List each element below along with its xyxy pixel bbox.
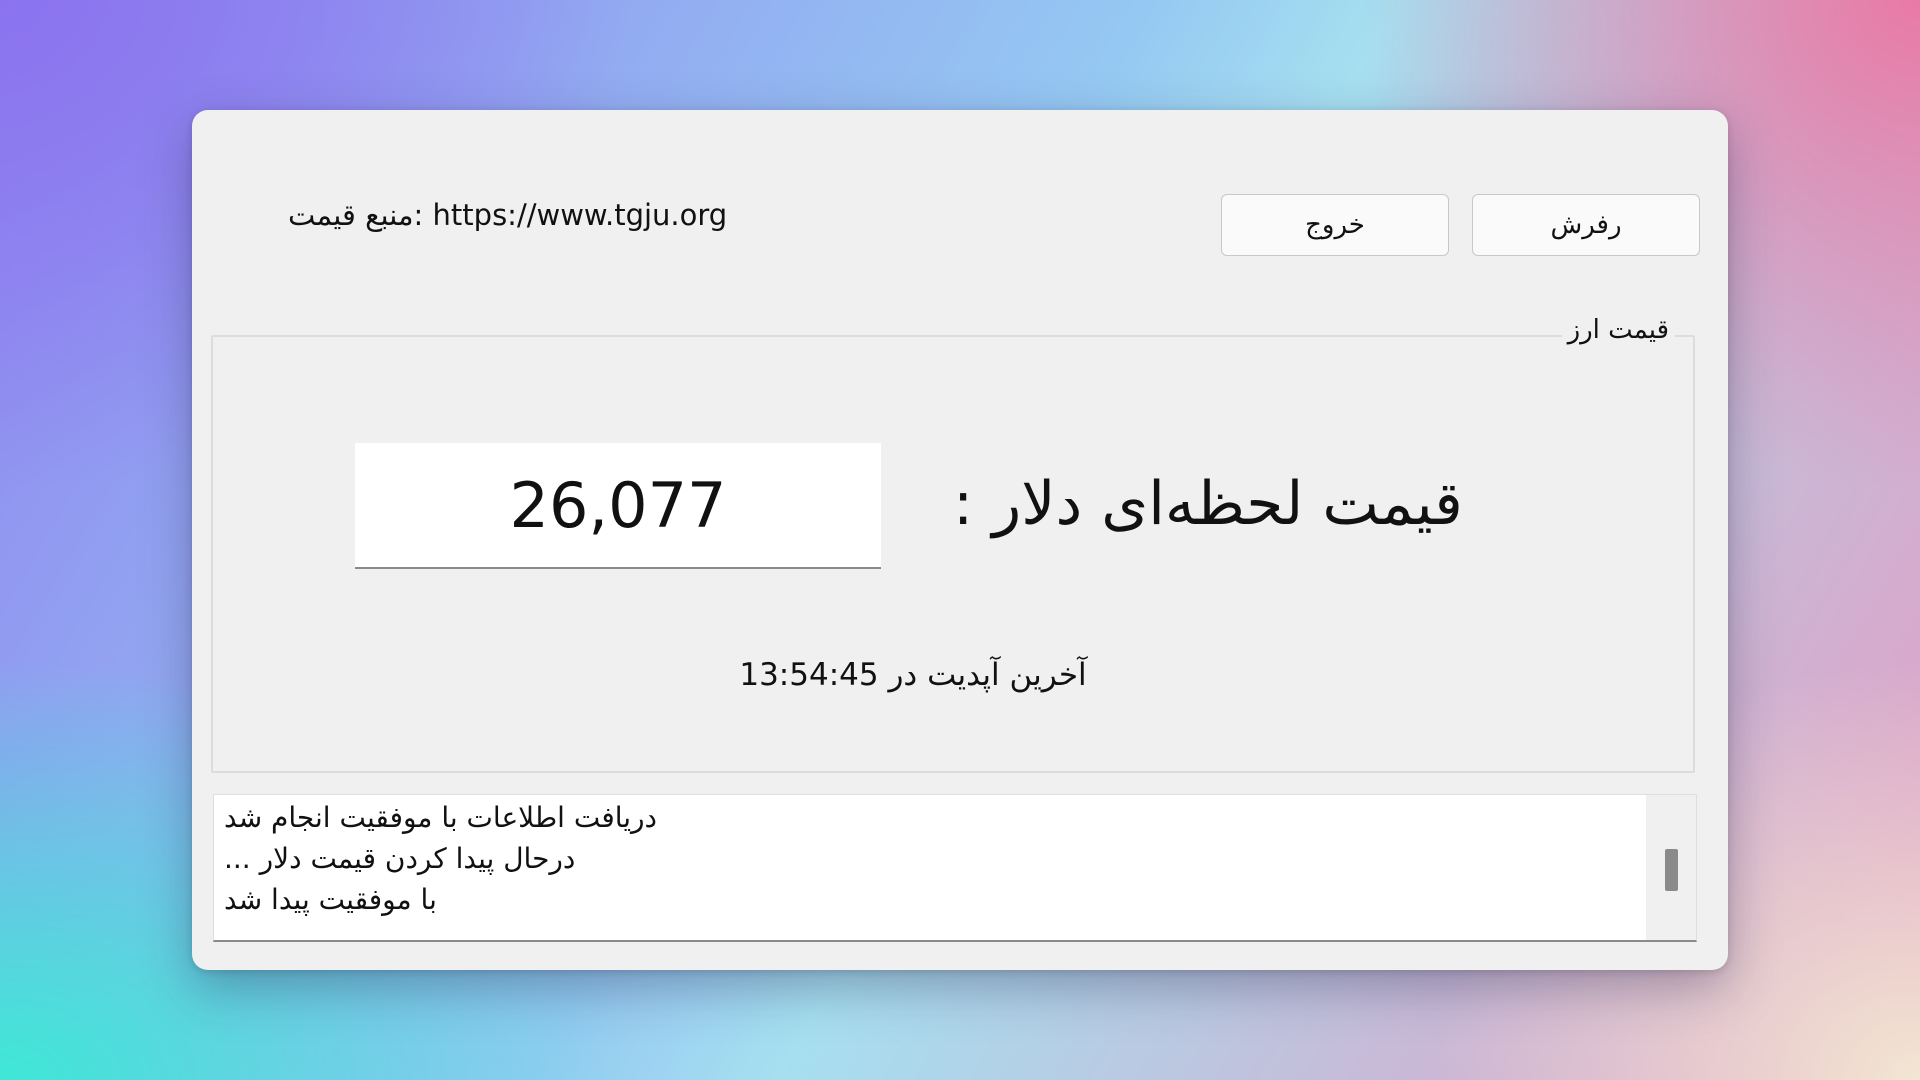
status-log[interactable]: دریافت اطلاعات با موفقیت انجام شد درحال … — [213, 794, 1697, 942]
log-line: با موفقیت پیدا شد — [224, 883, 437, 916]
group-title: قیمت ارز — [1561, 315, 1675, 345]
log-line: درحال پیدا کردن قیمت دلار ... — [224, 842, 576, 875]
refresh-button[interactable]: رفرش — [1472, 194, 1700, 256]
last-update-label: آخرین آپدیت در 13:54:45 — [739, 657, 1087, 693]
log-scrollbar[interactable] — [1646, 795, 1696, 940]
exit-button[interactable]: خروج — [1221, 194, 1449, 256]
app-window: منبع قیمت: https://www.tgju.org خروج رفر… — [192, 110, 1728, 970]
price-source-label: منبع قیمت: https://www.tgju.org — [288, 198, 728, 232]
price-value-field: 26,077 — [355, 443, 881, 569]
log-content: دریافت اطلاعات با موفقیت انجام شد درحال … — [224, 797, 1644, 920]
dollar-price-label: قیمت لحظه‌ای دلار : — [953, 469, 1463, 539]
scrollbar-thumb[interactable] — [1665, 849, 1678, 891]
log-line: دریافت اطلاعات با موفقیت انجام شد — [224, 801, 658, 834]
currency-price-group: قیمت ارز 26,077 قیمت لحظه‌ای دلار : آخری… — [211, 315, 1695, 773]
